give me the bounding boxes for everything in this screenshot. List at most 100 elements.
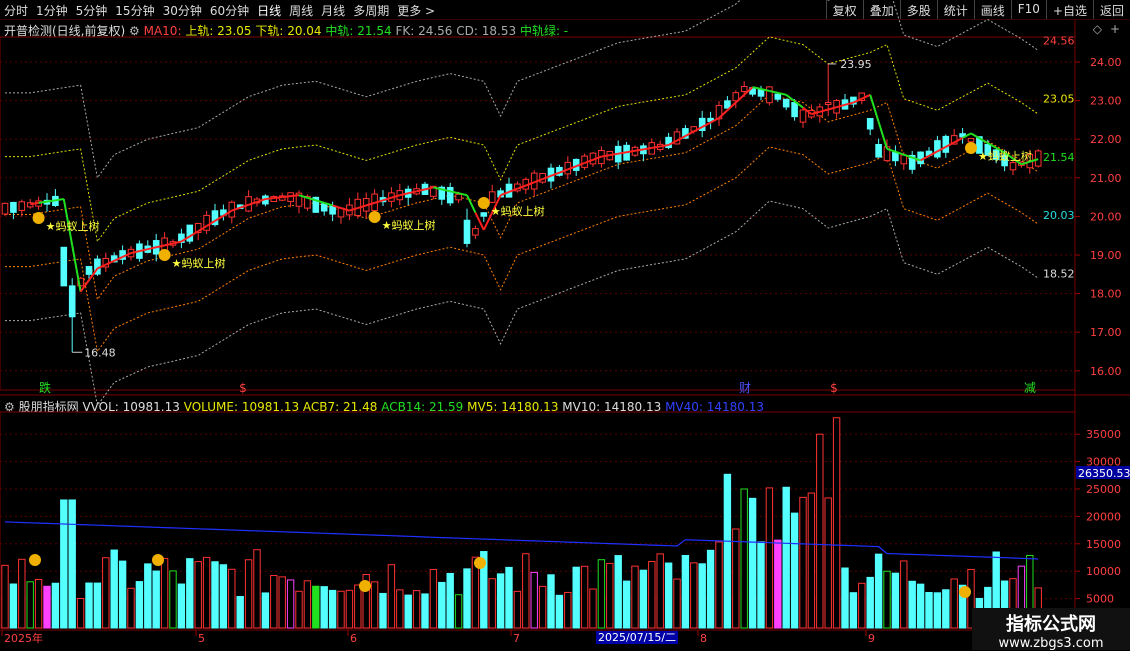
volume-bar <box>564 591 572 629</box>
ma-line-segment <box>693 126 703 133</box>
ma-line-segment <box>332 204 342 209</box>
ma-line-segment <box>197 225 208 233</box>
candle-body <box>917 151 924 165</box>
volume-bar <box>295 590 303 629</box>
ma-line-segment <box>256 198 266 203</box>
money-bag-icon <box>359 580 371 592</box>
volume-bar <box>34 578 43 629</box>
toolbar-button[interactable]: 复权 <box>825 0 863 19</box>
gear-icon[interactable]: ⚙ <box>129 24 140 38</box>
candle-body <box>169 241 177 246</box>
toolbar-button[interactable]: +自选 <box>1045 0 1093 19</box>
volume-tick-label: 15000 <box>1086 538 1121 551</box>
candle-body <box>18 201 26 211</box>
plus-icon[interactable]: + <box>1110 22 1120 36</box>
volume-bar <box>698 563 706 629</box>
volume-bar <box>832 417 841 629</box>
diamond-icon[interactable]: ◇ <box>1093 22 1102 36</box>
ma-line-segment <box>886 147 896 153</box>
ma-line-segment <box>978 137 989 144</box>
cd-band <box>5 200 1039 407</box>
candle-body <box>278 195 286 201</box>
period-tab[interactable]: 1分钟 <box>36 4 68 18</box>
toolbar-button[interactable]: 叠加 <box>862 0 900 19</box>
volume-bar <box>782 486 790 629</box>
ma-line-segment <box>273 196 283 200</box>
candle-body <box>488 191 496 203</box>
volume-bar <box>530 571 538 629</box>
period-tab[interactable]: 多周期 <box>353 4 389 18</box>
period-tab[interactable]: 5分钟 <box>76 4 108 18</box>
cursor-date: 2025/07/15/二 <box>596 631 679 644</box>
ma-line-segment <box>290 194 300 198</box>
volume-bar <box>681 554 690 629</box>
watermark-url: www.zbgs3.com <box>998 636 1104 651</box>
price-tick-label: 21.00 <box>1090 172 1122 185</box>
indicator-name: MA10: <box>143 24 182 38</box>
candle-body <box>110 255 118 263</box>
candle-body <box>908 154 916 170</box>
toolbar-button[interactable]: 多股 <box>899 0 937 19</box>
gear-icon[interactable]: ⚙ <box>4 400 15 414</box>
period-tab[interactable]: 30分钟 <box>163 4 202 18</box>
candle-body <box>312 196 320 213</box>
low-annotation: 16.48 <box>84 346 116 359</box>
volume-bar <box>547 574 555 629</box>
cd-value: CD: 18.53 <box>456 24 517 38</box>
money-bag-icon <box>959 586 971 598</box>
candle-body <box>942 135 950 153</box>
period-tab[interactable]: 月线 <box>321 4 345 18</box>
toolbar-button[interactable]: 返回 <box>1092 0 1130 19</box>
candle-body <box>102 257 110 268</box>
ma-line-segment <box>861 93 871 100</box>
kline-chart[interactable]: 24.00 23.00 22.00 21.00 20.00 19.00 18.00 17.00… <box>0 0 1130 650</box>
candle-body <box>497 190 504 198</box>
ma-line-segment <box>701 121 712 128</box>
period-tab[interactable]: 15分钟 <box>115 4 154 18</box>
period-tab[interactable]: 日线 <box>257 4 281 18</box>
volume-bar <box>757 541 765 629</box>
ma-line-segment <box>424 186 434 191</box>
volume-bar <box>883 570 891 629</box>
period-tab[interactable]: 分时 <box>4 4 28 18</box>
candle-body <box>724 100 731 109</box>
candle-body <box>732 92 740 102</box>
ma-line-segment <box>340 207 350 212</box>
volume-bar <box>866 576 874 629</box>
ma-line-segment <box>811 110 821 116</box>
volume-bar <box>51 582 60 629</box>
volume-bar <box>950 578 958 629</box>
candle-body <box>1018 161 1025 166</box>
candle-body <box>875 144 882 158</box>
volume-bar <box>488 578 496 629</box>
ma-line-segment <box>433 186 443 191</box>
toolbar-button[interactable]: 画线 <box>973 0 1011 19</box>
candle-body <box>94 258 101 275</box>
volume-bar <box>454 594 463 629</box>
ma-line-segment <box>559 168 569 174</box>
ma-line-segment <box>911 156 921 162</box>
watermark-title: 指标公式网 <box>1006 614 1096 635</box>
candle-body <box>388 192 395 202</box>
ma-line-segment <box>869 94 880 123</box>
candle-body <box>253 198 261 204</box>
volume-bar <box>43 585 51 629</box>
toolbar-button[interactable]: 统计 <box>936 0 974 19</box>
ma-line-segment <box>970 132 980 140</box>
volume-bar <box>60 499 68 629</box>
period-tab[interactable]: 周线 <box>289 4 313 18</box>
ma-line-segment <box>827 106 837 111</box>
toolbar-button[interactable]: F10 <box>1010 0 1046 19</box>
volume-bar <box>152 570 160 629</box>
volume-bar <box>807 492 816 629</box>
vvol-value: VVOL: 10981.13 <box>82 400 180 414</box>
ma-line-segment <box>651 145 661 149</box>
volume-bar <box>412 590 421 629</box>
volume-panel-title: 股朋指标网 <box>18 400 79 414</box>
toolbar-buttons: 复权 叠加 多股 统计 画线 F10 +自选 返回 <box>825 0 1130 19</box>
period-tab[interactable]: 60分钟 <box>210 4 249 18</box>
volume-bar <box>354 584 362 629</box>
period-tab[interactable]: 更多 > <box>397 4 435 18</box>
volume-tick-label: 20000 <box>1086 510 1121 523</box>
ma-line-segment <box>760 88 770 92</box>
